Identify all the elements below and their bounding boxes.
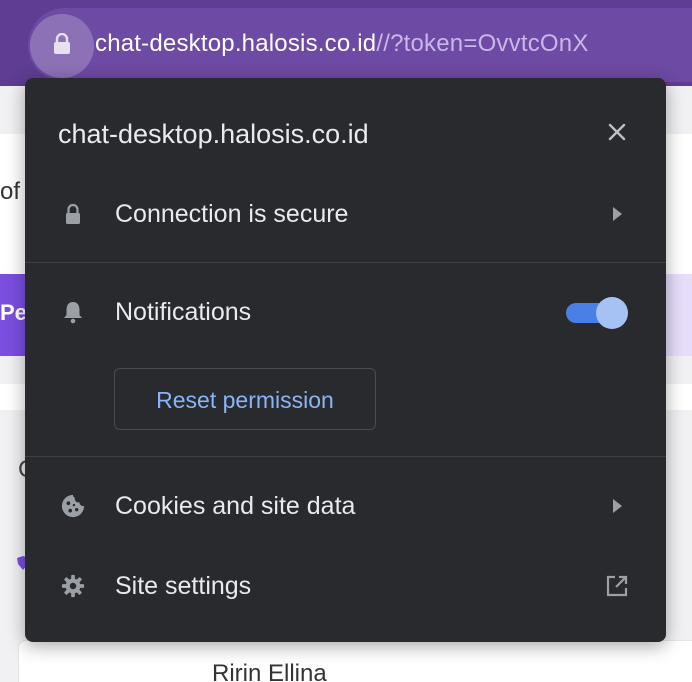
- cookie-icon: [61, 494, 85, 518]
- page-action-button-label: Pe: [0, 300, 27, 325]
- close-button[interactable]: [599, 116, 635, 152]
- chevron-right-icon: [605, 494, 629, 518]
- cookies-label: Cookies and site data: [115, 492, 356, 520]
- notifications-row: Notifications: [25, 282, 666, 342]
- chevron-right-icon: [605, 202, 629, 226]
- open-in-new-icon: [605, 574, 629, 598]
- lock-icon: [61, 202, 85, 226]
- url-host: chat-desktop.halosis.co.id: [95, 30, 377, 57]
- site-settings-label: Site settings: [115, 572, 252, 600]
- connection-label: Connection is secure: [115, 200, 349, 228]
- bell-icon: [61, 300, 85, 324]
- url-path: //?token=OvvtcOnX: [376, 30, 589, 57]
- divider: [25, 456, 666, 457]
- contact-list-item[interactable]: [18, 640, 692, 682]
- gear-icon: [61, 574, 85, 598]
- close-icon: [607, 122, 627, 147]
- site-settings-row[interactable]: Site settings: [25, 556, 666, 616]
- page-partial-text: of: [0, 178, 21, 205]
- site-info-button[interactable]: [30, 14, 94, 78]
- lock-icon: [53, 32, 71, 60]
- cookies-row[interactable]: Cookies and site data: [25, 476, 666, 536]
- toggle-thumb: [596, 297, 628, 329]
- notifications-label: Notifications: [115, 298, 252, 326]
- notifications-toggle[interactable]: [566, 297, 628, 329]
- divider: [25, 262, 666, 263]
- browser-toolbar: chat-desktop.halosis.co.id//?token=Ovvtc…: [0, 0, 692, 86]
- connection-row[interactable]: Connection is secure: [25, 184, 666, 244]
- site-info-popup: chat-desktop.halosis.co.id Connection is…: [25, 78, 666, 642]
- browser-window: chat-desktop.halosis.co.id//?token=Ovvtc…: [0, 0, 692, 682]
- popup-title: chat-desktop.halosis.co.id: [58, 119, 369, 149]
- address-bar-url[interactable]: chat-desktop.halosis.co.id//?token=Ovvtc…: [95, 28, 589, 60]
- reset-permission-button[interactable]: Reset permission: [114, 368, 376, 430]
- contact-name: Ririn Ellina: [212, 660, 327, 682]
